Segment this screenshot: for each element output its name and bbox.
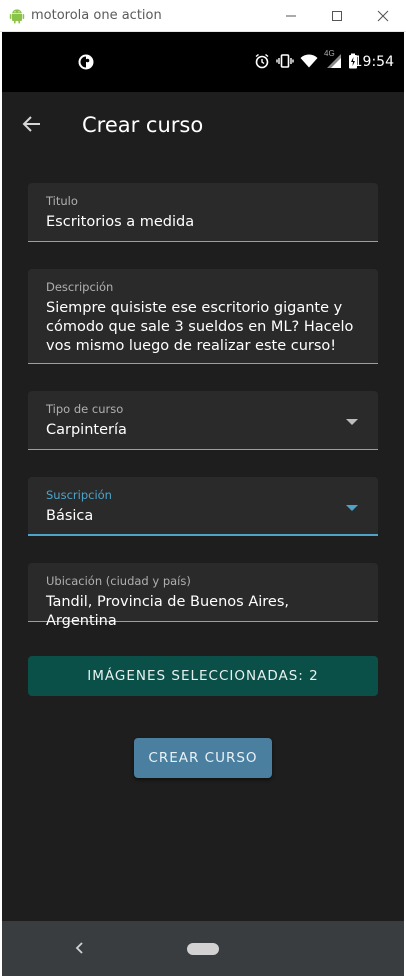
window-title-bar: motorola one action [0,0,406,32]
nav-back-button[interactable] [72,937,86,964]
signal-icon: 4G [324,49,342,69]
tipo-curso-select[interactable]: Tipo de curso Carpintería [28,391,378,450]
suscripcion-value: Básica [46,508,94,524]
maximize-icon [332,10,342,21]
titulo-field[interactable]: Titulo Escritorios a medida [28,183,378,242]
status-icons: 4G [254,49,358,69]
suscripcion-label: Suscripción [46,488,112,502]
back-button[interactable] [20,112,44,136]
phone-screen: 4G 19:54 Crear curso Titulo Escritorios … [2,32,404,976]
descripcion-label: Descripción [46,280,114,294]
close-button[interactable] [360,0,406,31]
navigation-bar [2,921,404,976]
titulo-label: Titulo [46,194,78,208]
minimize-button[interactable] [268,0,314,31]
window-title: motorola one action [31,8,162,23]
app-notification-icon [78,54,94,75]
create-course-button[interactable]: CREAR CURSO [134,738,272,778]
status-time: 19:54 [353,54,394,70]
page-title: Crear curso [82,113,204,137]
tipo-curso-label: Tipo de curso [46,402,124,416]
nav-back-icon [75,942,83,954]
ubicacion-field[interactable]: Ubicación (ciudad y país) Tandil, Provin… [28,563,378,629]
home-button[interactable] [187,943,219,955]
dropdown-arrow-icon [346,419,358,425]
selected-images-button[interactable]: IMÁGENES SELECCIONADAS: 2 [28,656,378,696]
minimize-icon [286,15,296,16]
ubicacion-label: Ubicación (ciudad y país) [46,574,191,588]
vibrate-icon [276,54,294,68]
alarm-icon [255,53,269,69]
suscripcion-select[interactable]: Suscripción Básica [28,477,378,536]
wifi-icon [300,54,318,68]
dropdown-arrow-icon [346,505,358,511]
descripcion-field[interactable]: Descripción Siempre quisiste ese escrito… [28,269,378,364]
android-icon [9,8,25,29]
app-bar: Crear curso [2,92,404,158]
ubicacion-value: Tandil, Provincia de Buenos Aires, Argen… [46,594,290,629]
descripcion-value: Siempre quisiste ese escritorio gigante … [46,300,354,354]
tipo-curso-value: Carpintería [46,422,127,438]
titulo-value: Escritorios a medida [46,214,195,230]
status-bar: 4G 19:54 [2,32,404,92]
arrow-left-icon [22,116,40,132]
close-icon [377,10,389,21]
maximize-button[interactable] [314,0,360,31]
